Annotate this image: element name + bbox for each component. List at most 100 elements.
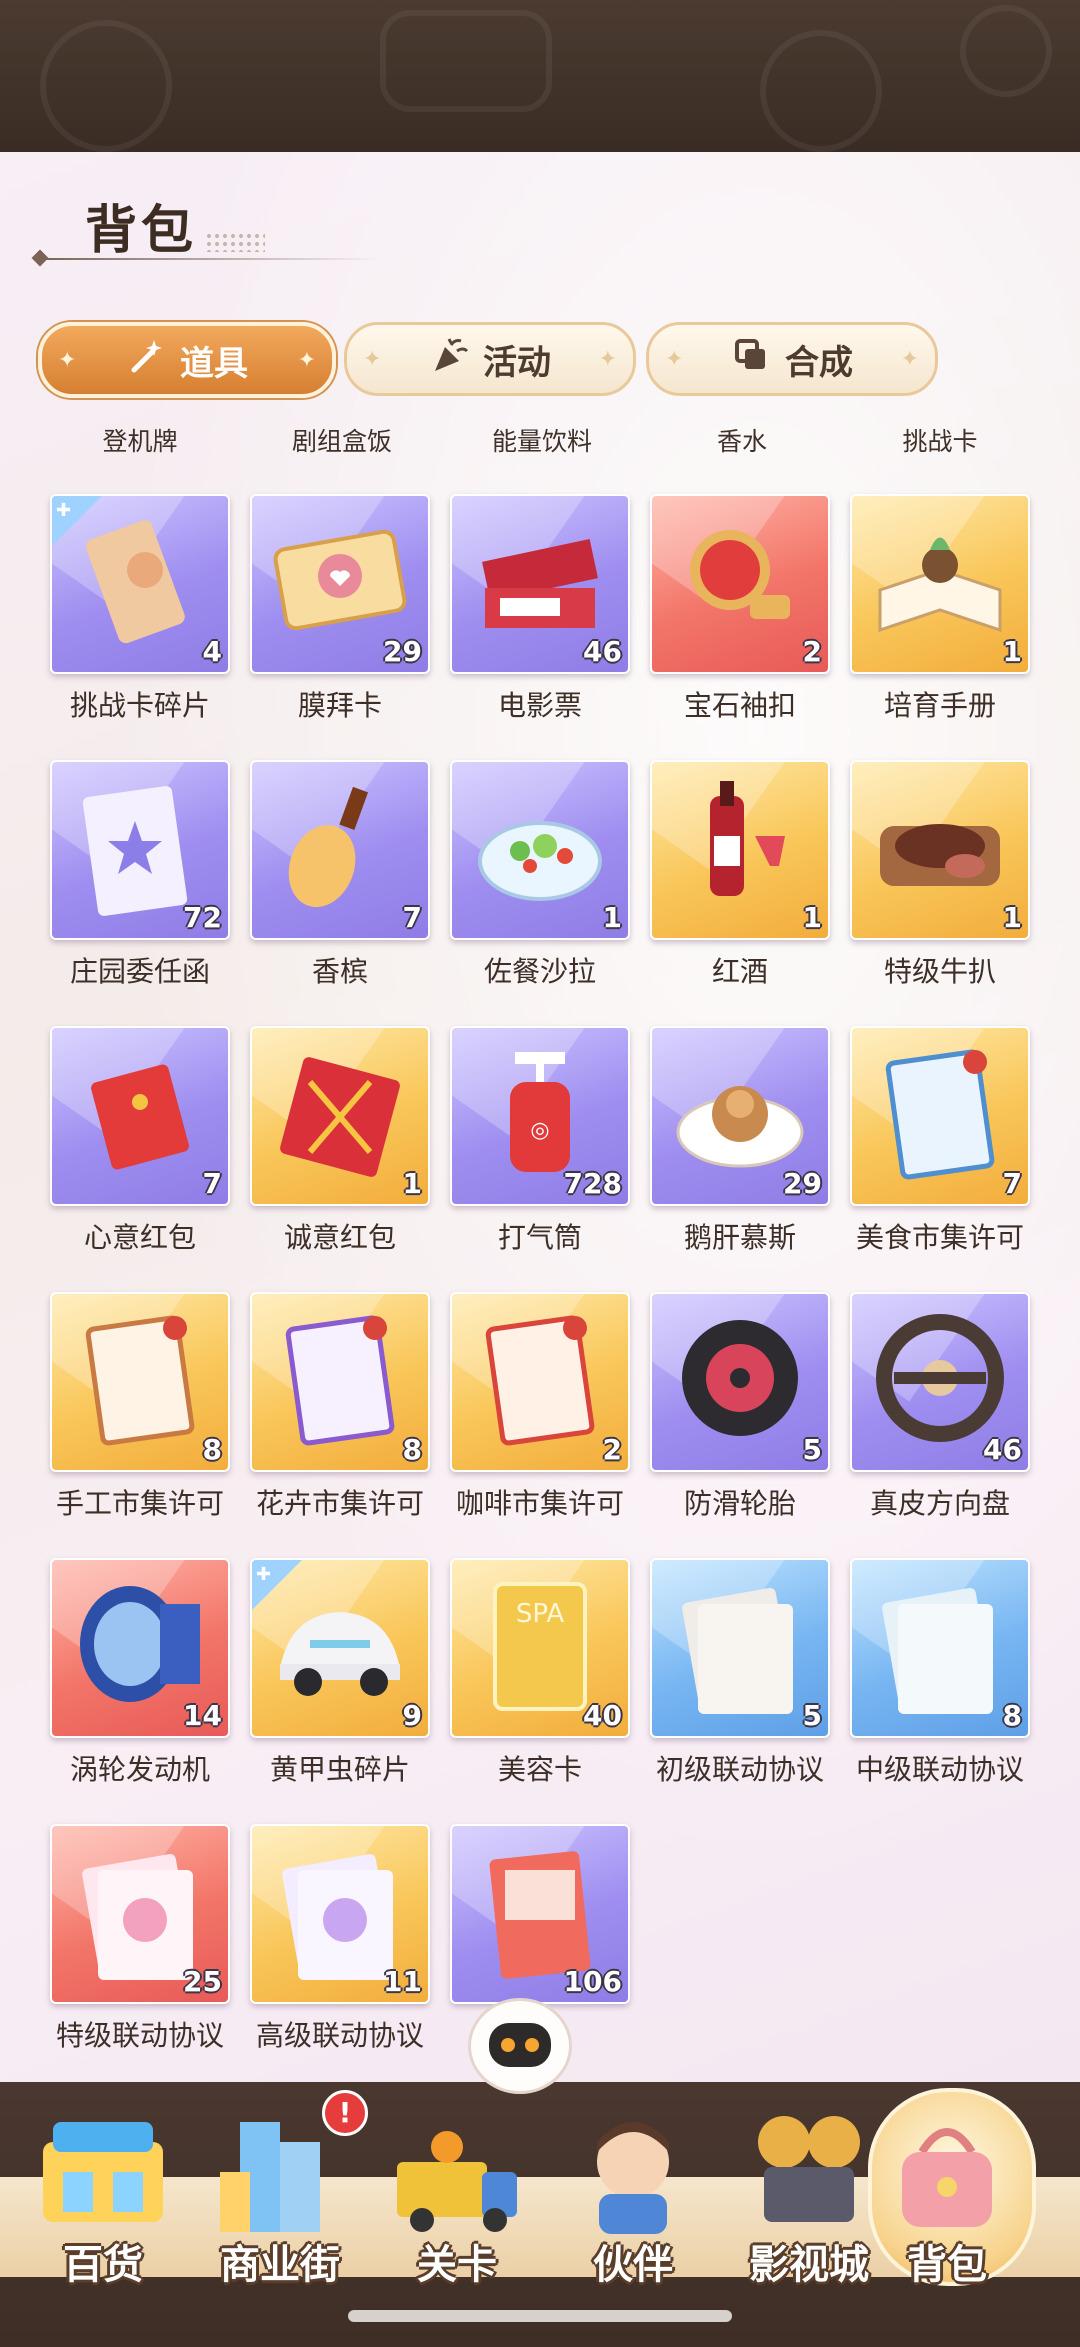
item-quantity: 72 <box>183 901 222 934</box>
assistant-robot-icon[interactable] <box>468 1998 572 2094</box>
item-name: 中级联动协议 <box>855 1753 1024 1786</box>
item-quantity: 9 <box>402 1699 422 1732</box>
inventory-item[interactable]: 8 中级联动协议 <box>850 1558 1030 1798</box>
inventory-item[interactable]: 7 美食市集许可 <box>850 1026 1030 1266</box>
item-card[interactable]: 7 <box>850 1026 1030 1206</box>
item-card[interactable]: 8 <box>50 1292 230 1472</box>
item-name: 美容卡 <box>497 1753 582 1786</box>
item-card[interactable]: 72 <box>50 760 230 940</box>
inventory-item[interactable]: 8 花卉市集许可 <box>250 1292 430 1532</box>
item-card[interactable]: 1 <box>850 494 1030 674</box>
item-name: 手工市集许可 <box>55 1487 224 1520</box>
filter-challenge-card[interactable]: 挑战卡 <box>840 422 1040 458</box>
inventory-item[interactable]: 1 培育手册 <box>850 494 1030 734</box>
inventory-item[interactable]: 1 佐餐沙拉 <box>450 760 630 1000</box>
nav-label: 关卡 <box>417 2242 497 2288</box>
inventory-item[interactable]: 25 特级联动协议 <box>50 1824 230 2064</box>
item-name: 咖啡市集许可 <box>455 1487 624 1520</box>
item-card[interactable]: 1 <box>250 1026 430 1206</box>
item-card[interactable]: 11 <box>250 1824 430 2004</box>
home-indicator[interactable] <box>348 2310 732 2322</box>
inventory-item[interactable]: 7 香槟 <box>250 760 430 1000</box>
filter-boarding-pass[interactable]: 登机牌 <box>40 422 240 458</box>
item-card[interactable]: 25 <box>50 1824 230 2004</box>
inventory-item[interactable]: 1 特级牛扒 <box>850 760 1030 1000</box>
item-card[interactable]: 5 <box>650 1292 830 1472</box>
nav-item-backpack[interactable]: 背包 <box>862 2092 1032 2322</box>
item-quantity: 7 <box>202 1167 222 1200</box>
inventory-item[interactable]: 1 红酒 <box>650 760 830 1000</box>
filter-energy-drink[interactable]: 能量饮料 <box>442 422 642 458</box>
title-dots-decoration <box>205 232 265 252</box>
item-quantity: 7 <box>1002 1167 1022 1200</box>
item-card[interactable]: 46 <box>450 494 630 674</box>
item-name: 防滑轮胎 <box>683 1487 796 1520</box>
tab-synthesis[interactable]: ✦ 合成 ✦ <box>646 322 938 396</box>
inventory-item[interactable]: 7 心意红包 <box>50 1026 230 1266</box>
filter-perfume[interactable]: 香水 <box>642 422 842 458</box>
item-card[interactable]: ◎ 728 <box>450 1026 630 1206</box>
item-card[interactable]: 29 <box>650 1026 830 1206</box>
inventory-item[interactable]: 1 诚意红包 <box>250 1026 430 1266</box>
item-card[interactable]: 2 <box>450 1292 630 1472</box>
nav-label: 商业街 <box>220 2242 340 2288</box>
sparkle-icon: ✦ <box>297 347 316 373</box>
item-quantity: 1 <box>1002 901 1022 934</box>
inventory-item[interactable]: 11 高级联动协议 <box>250 1824 430 2064</box>
inventory-item[interactable]: 5 初级联动协议 <box>650 1558 830 1798</box>
item-card[interactable]: 106 <box>450 1824 630 2004</box>
inventory-item[interactable]: 72 庄园委任函 <box>50 760 230 1000</box>
tab-activity[interactable]: ✦ 活动 ✦ <box>344 322 636 396</box>
item-card[interactable]: 1 <box>650 760 830 940</box>
inventory-item[interactable]: 8 手工市集许可 <box>50 1292 230 1532</box>
item-card[interactable]: 8 <box>250 1292 430 1472</box>
item-card[interactable]: 46 <box>850 1292 1030 1472</box>
tab-label: 道具 <box>180 343 248 384</box>
item-name: 特级牛扒 <box>883 955 996 988</box>
inventory-item[interactable]: 46 真皮方向盘 <box>850 1292 1030 1532</box>
inventory-item[interactable]: 29 膜拜卡 <box>250 494 430 734</box>
item-quantity: 5 <box>802 1699 822 1732</box>
nav-item-partner[interactable]: 伙伴 <box>548 2092 718 2322</box>
nav-item-department-store[interactable]: 百货 <box>18 2092 188 2322</box>
item-card[interactable]: 1 <box>450 760 630 940</box>
item-card[interactable]: ✚ 9 <box>250 1558 430 1738</box>
inventory-item[interactable]: 29 鹅肝慕斯 <box>650 1026 830 1266</box>
inventory-item[interactable]: ✚ 9 黄甲虫碎片 <box>250 1558 430 1798</box>
item-name: 高级联动协议 <box>255 2019 424 2052</box>
item-card[interactable]: 14 <box>50 1558 230 1738</box>
item-card[interactable]: 29 <box>250 494 430 674</box>
item-card[interactable]: 5 <box>650 1558 830 1738</box>
tab-props[interactable]: ✦ 道具 ✦ <box>38 322 336 398</box>
inventory-item[interactable]: SPA 40 美容卡 <box>450 1558 630 1798</box>
inventory-item[interactable]: 46 电影票 <box>450 494 630 734</box>
item-quantity: 2 <box>602 1433 622 1466</box>
item-name: 香槟 <box>311 955 368 988</box>
inventory-item[interactable]: ◎ 728 打气筒 <box>450 1026 630 1266</box>
item-card[interactable]: 7 <box>50 1026 230 1206</box>
item-card[interactable]: ✚ 4 <box>50 494 230 674</box>
item-quantity: 106 <box>563 1965 622 1998</box>
inventory-item[interactable]: ✚ 4 挑战卡碎片 <box>50 494 230 734</box>
filter-crew-meal[interactable]: 剧组盒饭 <box>242 422 442 458</box>
item-card[interactable]: 1 <box>850 760 1030 940</box>
inventory-item[interactable]: 5 防滑轮胎 <box>650 1292 830 1532</box>
inventory-item[interactable]: 14 涡轮发动机 <box>50 1558 230 1798</box>
inventory-item[interactable]: 2 宝石袖扣 <box>650 494 830 734</box>
item-quantity: 29 <box>783 1167 822 1200</box>
item-card[interactable]: 8 <box>850 1558 1030 1738</box>
item-card[interactable]: 2 <box>650 494 830 674</box>
puzzle-icon: ✚ <box>56 500 72 521</box>
item-quantity: 4 <box>202 635 222 668</box>
nav-label: 伙伴 <box>593 2242 673 2288</box>
item-card[interactable]: SPA 40 <box>450 1558 630 1738</box>
magic-wand-icon <box>126 336 166 385</box>
item-name: 红酒 <box>711 955 768 988</box>
page-title: 背包 <box>85 201 198 261</box>
inventory-item[interactable]: 2 咖啡市集许可 <box>450 1292 630 1532</box>
item-card[interactable]: 7 <box>250 760 430 940</box>
item-quantity: 46 <box>583 635 622 668</box>
sparkle-icon: ✦ <box>598 346 617 372</box>
nav-item-level[interactable]: 关卡 <box>372 2092 542 2322</box>
item-name: 打气筒 <box>497 1221 582 1254</box>
